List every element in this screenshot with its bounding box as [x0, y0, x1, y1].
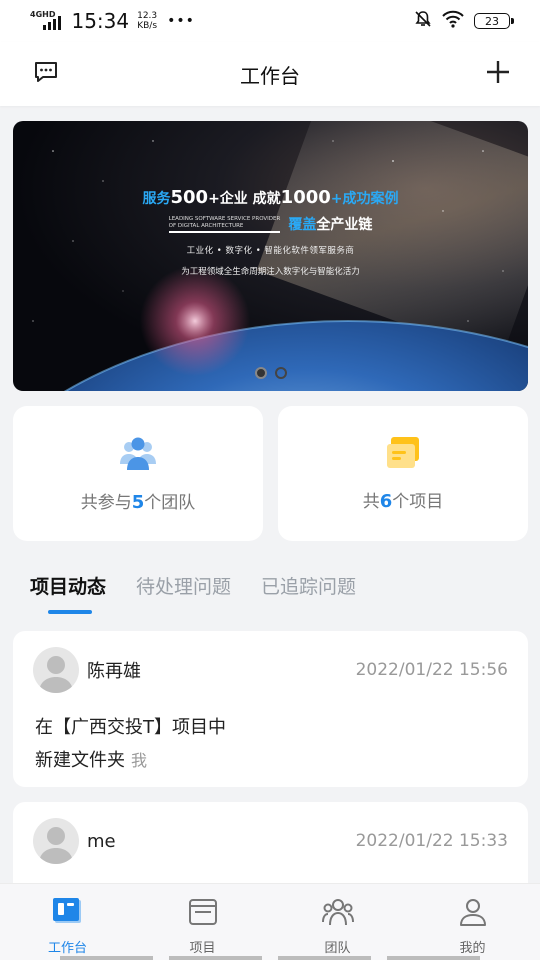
profile-icon	[458, 897, 488, 931]
home-indicator	[60, 956, 480, 960]
avatar	[33, 647, 79, 693]
activity-text: 在【广西交投T】项目中 新建文件夹我	[35, 717, 226, 771]
teams-card[interactable]: 共参与5个团队	[13, 406, 263, 541]
avatar	[33, 818, 79, 864]
tab-project-activity[interactable]: 项目动态	[30, 572, 106, 614]
activity-time: 2022/01/22 15:33	[355, 831, 508, 851]
wifi-icon	[442, 10, 464, 32]
user-name: me	[87, 830, 116, 852]
nav-projects[interactable]: 项目	[135, 884, 270, 960]
message-icon	[33, 60, 59, 88]
banner-english-tagline: LEADING SOFTWARE SERVICE PROVIDER OF DIGI…	[168, 216, 281, 233]
nav-teams[interactable]: 团队	[270, 884, 405, 960]
banner-slogan: 服务500+企业 成就1000+成功案例 LEADING SOFTWARE SE…	[13, 187, 528, 277]
tab-tracked-issues[interactable]: 已追踪问题	[261, 572, 356, 611]
feed-tabs: 项目动态 待处理问题 已追踪问题	[30, 572, 356, 614]
message-button[interactable]	[30, 58, 62, 90]
project-icon	[188, 897, 218, 931]
carousel-indicators	[13, 367, 528, 379]
banner-line-3: 工业化 • 数字化 • 智能化软件领军服务商	[186, 246, 355, 256]
clock: 15:34	[71, 9, 130, 33]
app-header: 工作台	[0, 42, 540, 106]
tab-pending-issues[interactable]: 待处理问题	[136, 572, 231, 611]
nav-label: 团队	[324, 941, 351, 956]
activity-time: 2022/01/22 15:56	[355, 660, 508, 680]
projects-card[interactable]: 共6个项目	[278, 406, 528, 541]
carousel-dot[interactable]	[254, 367, 267, 379]
banner-subheadline: LEADING SOFTWARE SERVICE PROVIDER OF DIGI…	[168, 215, 373, 233]
add-button[interactable]	[482, 58, 514, 90]
banner-line-4: 为工程领域全生命周期注入数字化与智能化活力	[181, 267, 360, 277]
carousel-dot[interactable]	[274, 367, 287, 379]
workbench-icon	[52, 897, 84, 931]
nav-profile[interactable]: 我的	[405, 884, 540, 960]
page-title: 工作台	[240, 63, 300, 88]
team-icon	[119, 434, 157, 476]
nav-workbench[interactable]: 工作台	[0, 884, 135, 960]
mute-bell-icon	[414, 10, 432, 32]
activity-card[interactable]: 陈再雄 2022/01/22 15:56 在【广西交投T】项目中 新建文件夹我	[13, 631, 528, 787]
bottom-nav: 工作台 项目 团队 我的	[0, 883, 540, 960]
project-folder-icon	[385, 435, 421, 475]
more-notifications: •••	[167, 13, 195, 29]
teams-count-text: 共参与5个团队	[80, 492, 196, 513]
projects-count-text: 共6个项目	[362, 491, 444, 512]
nav-label: 工作台	[47, 941, 87, 956]
nav-label: 我的	[459, 941, 486, 956]
network-type: 4GHD	[30, 10, 56, 19]
status-bar: 4GHD 15:34 12.3 KB/s ••• 23	[0, 0, 540, 42]
banner-headline: 服务500+企业 成就1000+成功案例	[142, 187, 399, 208]
user-name: 陈再雄	[87, 661, 141, 682]
team-nav-icon	[321, 897, 354, 931]
plus-icon	[485, 59, 511, 89]
battery-indicator: 23	[474, 13, 514, 29]
nav-label: 项目	[189, 941, 216, 956]
actor-label: 我	[131, 751, 148, 770]
promo-banner[interactable]: 服务500+企业 成就1000+成功案例 LEADING SOFTWARE SE…	[13, 121, 528, 391]
network-speed: 12.3 KB/s	[137, 11, 158, 31]
